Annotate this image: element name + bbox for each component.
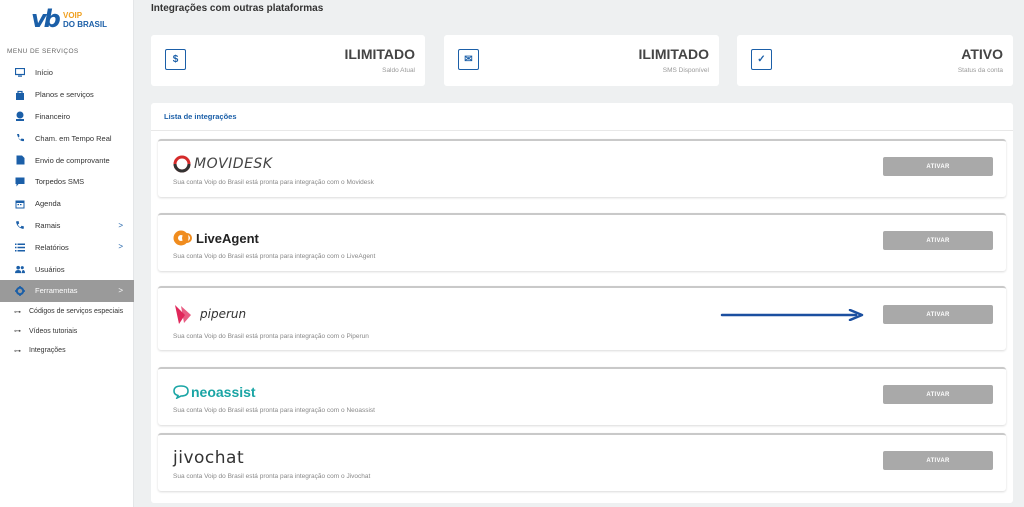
sidebar-item-label: Envio de comprovante	[35, 155, 110, 165]
sidebar-item-label: Planos e serviços	[35, 90, 94, 100]
activate-jivochat-button[interactable]: ATIVAR	[883, 451, 993, 470]
status-label: Status da conta	[957, 67, 1003, 74]
submenu-item-label: Vídeos tutoriais	[29, 327, 78, 335]
movidesk-logo: MOVIDESK	[173, 154, 273, 174]
sidebar-item-label: Torpedos SMS	[35, 177, 85, 187]
sidebar-item-ramais[interactable]: Ramais >	[0, 215, 134, 237]
monitor-icon	[15, 68, 25, 78]
chat-icon	[15, 177, 25, 187]
sidebar-item-inicio[interactable]: Início	[0, 62, 134, 84]
integration-description: Sua conta Voip do Brasil está pronta par…	[173, 473, 371, 480]
panel-title: Lista de integrações	[164, 112, 237, 121]
phone-icon	[15, 220, 25, 230]
jivochat-logo-text: jivochat	[173, 448, 245, 468]
integration-card-liveagent: LiveAgent Sua conta Voip do Brasil está …	[158, 213, 1006, 271]
logo[interactable]: vb VOIP DO BRASIL	[31, 5, 111, 37]
sidebar-item-planos[interactable]: Planos e serviços	[0, 84, 134, 106]
balance-label: Saldo Atual	[382, 67, 415, 74]
sms-label: SMS Disponível	[662, 67, 709, 74]
file-icon	[15, 155, 25, 165]
piperun-logo-text: piperun	[200, 307, 247, 321]
liveagent-logo-icon	[173, 230, 192, 246]
logo-text-brasil: DO BRASIL	[63, 20, 107, 29]
liveagent-logo-text: LiveAgent	[196, 230, 259, 246]
users-icon	[15, 264, 25, 274]
submenu-item-label: Integrações	[29, 347, 66, 355]
activate-neoassist-button[interactable]: ATIVAR	[883, 385, 993, 404]
menu-title: MENU DE SERVIÇOS	[7, 48, 79, 55]
sidebar-item-ferramentas[interactable]: Ferramentas >	[0, 279, 134, 302]
chevron-right-icon: >	[118, 220, 123, 230]
status-value: ATIVO	[961, 46, 1003, 62]
neoassist-logo-text: neoassist	[191, 384, 256, 400]
sidebar-menu: Início Planos e serviços Financeiro Cham…	[0, 62, 134, 302]
submenu-item-label: Códigos de serviços especiais	[29, 308, 124, 316]
piperun-logo-icon	[175, 305, 191, 324]
integration-description: Sua conta Voip do Brasil está pronta par…	[173, 333, 369, 340]
page-title: Integrações com outras plataformas	[151, 3, 324, 14]
activate-movidesk-button[interactable]: ATIVAR	[883, 157, 993, 176]
status-card: ✓ ATIVO Status da conta	[737, 35, 1013, 86]
activate-piperun-button[interactable]: ATIVAR	[883, 305, 993, 324]
dollar-icon: $	[165, 49, 186, 70]
envelope-icon: ✉	[458, 49, 479, 70]
sidebar: vb VOIP DO BRASIL MENU DE SERVIÇOS Iníci…	[0, 0, 134, 507]
sidebar-item-label: Agenda	[35, 199, 61, 209]
sidebar-item-chamadas[interactable]: Cham. em Tempo Real	[0, 127, 134, 149]
submenu-item-videos[interactable]: ⊶ Vídeos tutoriais	[0, 322, 134, 342]
logo-mark: vb	[31, 5, 61, 33]
sidebar-item-label: Financeiro	[35, 111, 71, 121]
submenu-item-codigos[interactable]: ⊶ Códigos de serviços especiais	[0, 302, 134, 322]
integrations-panel: Lista de integrações MOVIDESK Sua conta …	[151, 103, 1013, 503]
integration-description: Sua conta Voip do Brasil está pronta par…	[173, 253, 376, 260]
sidebar-item-label: Cham. em Tempo Real	[35, 133, 112, 143]
money-icon	[15, 111, 25, 122]
sms-card: ✉ ILIMITADO SMS Disponível	[444, 35, 719, 86]
gear-icon	[15, 285, 25, 296]
integration-card-movidesk: MOVIDESK Sua conta Voip do Brasil está p…	[158, 139, 1006, 197]
sidebar-item-relatorios[interactable]: Relatórios >	[0, 236, 134, 258]
key-icon: ⊶	[14, 347, 21, 355]
check-icon: ✓	[751, 49, 772, 70]
neoassist-logo: neoassist	[173, 382, 256, 402]
piperun-logo: piperun	[173, 304, 246, 324]
balance-value: ILIMITADO	[344, 46, 415, 62]
jivochat-logo: jivochat	[173, 448, 244, 468]
logo-text-voip: VOIP	[63, 11, 83, 20]
movidesk-logo-text: MOVIDESK	[194, 156, 273, 172]
sidebar-item-financeiro[interactable]: Financeiro	[0, 106, 134, 128]
integration-card-neoassist: neoassist Sua conta Voip do Brasil está …	[158, 367, 1006, 425]
movidesk-logo-icon	[173, 155, 191, 173]
integration-description: Sua conta Voip do Brasil está pronta par…	[173, 407, 375, 414]
sidebar-item-label: Ferramentas	[35, 286, 78, 296]
divider	[151, 130, 1013, 131]
arrow-right-icon	[720, 309, 864, 321]
sidebar-item-comprovante[interactable]: Envio de comprovante	[0, 149, 134, 171]
liveagent-logo: LiveAgent	[173, 228, 259, 248]
sidebar-item-usuarios[interactable]: Usuários	[0, 258, 134, 280]
sidebar-item-label: Início	[35, 68, 53, 78]
list-icon	[15, 242, 25, 252]
sms-value: ILIMITADO	[638, 46, 709, 62]
sidebar-submenu: ⊶ Códigos de serviços especiais ⊶ Vídeos…	[0, 302, 134, 361]
bag-icon	[15, 90, 25, 100]
sidebar-item-label: Relatórios	[35, 242, 69, 252]
sidebar-item-label: Usuários	[35, 264, 65, 274]
calendar-icon	[15, 199, 25, 209]
balance-card: $ ILIMITADO Saldo Atual	[151, 35, 425, 86]
key-icon: ⊶	[14, 308, 21, 316]
activate-liveagent-button[interactable]: ATIVAR	[883, 231, 993, 250]
chevron-right-icon: >	[118, 285, 123, 295]
sidebar-item-sms[interactable]: Torpedos SMS	[0, 171, 134, 193]
phone-call-icon	[15, 133, 25, 143]
neoassist-logo-icon	[173, 385, 189, 399]
integration-card-piperun: piperun Sua conta Voip do Brasil está pr…	[158, 286, 1006, 350]
integration-description: Sua conta Voip do Brasil está pronta par…	[173, 179, 374, 186]
integration-card-jivochat: jivochat Sua conta Voip do Brasil está p…	[158, 433, 1006, 491]
key-icon: ⊶	[14, 328, 21, 336]
sidebar-item-label: Ramais	[35, 220, 61, 230]
submenu-item-integracoes[interactable]: ⊶ Integrações	[0, 341, 134, 361]
chevron-right-icon: >	[118, 242, 123, 252]
sidebar-item-agenda[interactable]: Agenda	[0, 193, 134, 215]
